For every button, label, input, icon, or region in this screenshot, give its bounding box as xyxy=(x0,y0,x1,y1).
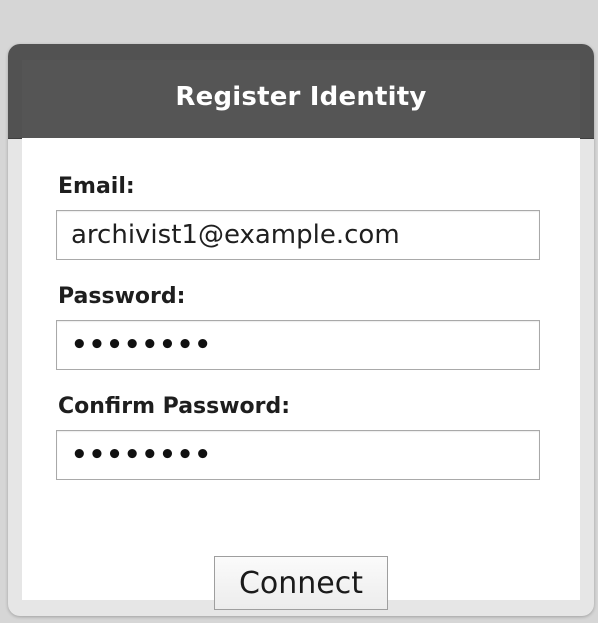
dialog-header: Register Identity xyxy=(8,44,594,139)
dialog-title: Register Identity xyxy=(175,82,427,112)
register-identity-dialog: Register Identity Email: archivist1@exam… xyxy=(8,44,594,616)
email-label: Email: xyxy=(58,174,135,199)
confirm-password-field[interactable]: •••••••• xyxy=(56,430,540,480)
email-field[interactable]: archivist1@example.com xyxy=(56,210,540,260)
dialog-header-bar: Register Identity xyxy=(22,60,580,138)
connect-button[interactable]: Connect xyxy=(214,556,388,610)
password-label: Password: xyxy=(58,284,186,309)
registration-form: Email: archivist1@example.com Password: … xyxy=(22,138,580,610)
confirm-password-label: Confirm Password: xyxy=(58,394,291,419)
password-field[interactable]: •••••••• xyxy=(56,320,540,370)
